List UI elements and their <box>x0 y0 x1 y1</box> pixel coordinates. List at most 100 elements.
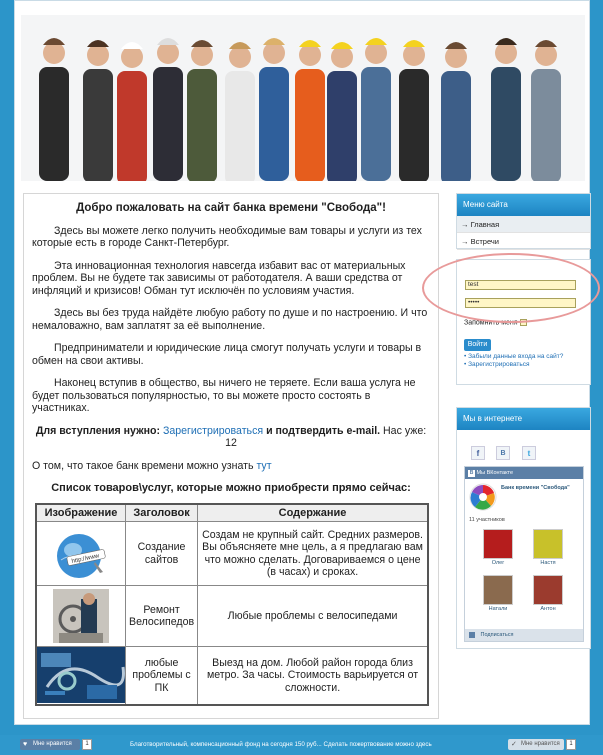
table-row: http://www Создание сайтов Создам не кру… <box>35 521 429 586</box>
subscribe-bar[interactable]: Подписаться <box>465 629 583 641</box>
vk-icon[interactable]: B <box>496 446 510 460</box>
member-photo <box>483 529 513 559</box>
worker-head <box>403 44 425 66</box>
workers-banner-image <box>21 15 585 181</box>
worker-figure <box>153 67 183 181</box>
row-content-cell: Любые проблемы с велосипедами <box>197 585 429 647</box>
worker-head <box>445 46 467 68</box>
worker-head <box>229 46 251 68</box>
worker-head <box>535 44 557 66</box>
like-right-label: Мне нравится <box>521 741 560 747</box>
about-text: О том, что такое банк времени можно узна… <box>32 459 254 472</box>
site-menu-panel: Меню сайта → Главная → Встречи <box>456 193 591 250</box>
worker-head <box>365 42 387 64</box>
worker-figure <box>399 69 429 181</box>
member-avatar[interactable]: Натали <box>483 575 513 612</box>
worker-head <box>87 44 109 66</box>
join-prefix: Для вступления нужно: <box>35 424 160 437</box>
login-button[interactable]: Войти <box>464 339 491 351</box>
row-title-cell: Ремонт Велосипедов <box>124 585 199 647</box>
worker-figure <box>327 71 357 181</box>
member-avatar[interactable]: Настя <box>533 529 563 566</box>
services-table: Изображение Заголовок Содержание http://… <box>35 502 429 706</box>
worker-head <box>43 42 65 64</box>
technology-paragraph: Эта инновационная технология навсегда из… <box>32 259 406 297</box>
join-paragraph: Наконец вступив в общество, вы ничего не… <box>32 377 416 414</box>
intro-paragraph: Здесь вы можете легко получить необходим… <box>32 224 422 250</box>
table-header-row: Изображение Заголовок Содержание <box>35 503 429 522</box>
twitter-icon[interactable]: t <box>522 446 536 460</box>
worker-head <box>495 42 517 64</box>
page-container: Добро пожаловать на сайт банка времени "… <box>14 0 600 725</box>
like-left-count: 1 <box>82 739 92 750</box>
group-name[interactable]: Банк времени "Свобода" <box>501 485 581 492</box>
social-title: Мы в интернете <box>457 408 590 430</box>
worker-figure <box>441 71 471 181</box>
vk-logo-icon: B <box>468 470 475 477</box>
bicycle-repair-photo <box>53 589 109 643</box>
pc-repair-photo <box>37 647 125 704</box>
worker-figure <box>531 69 561 181</box>
worker-figure <box>117 71 147 181</box>
row-image-cell <box>35 585 126 647</box>
member-avatar[interactable]: Олег <box>483 529 513 566</box>
menu-item-home[interactable]: → Главная <box>457 216 590 233</box>
members-count: 11 участников <box>469 517 505 523</box>
row-title-cell: любые проблемы с ПК <box>124 646 199 705</box>
member-photo <box>483 575 513 605</box>
row-title-cell: Создание сайтов <box>124 521 199 586</box>
row-content-cell: Выезд на дом. Любой район города близ ме… <box>197 646 429 705</box>
register-sidebar-link[interactable]: • Зарегистрироваться <box>464 361 564 369</box>
page-title: Добро пожаловать на сайт банка времени "… <box>76 202 386 214</box>
fund-text[interactable]: Благотворительный, компенсационный фонд … <box>130 741 510 748</box>
worker-figure <box>187 69 217 181</box>
arrow-right-icon: → <box>461 220 471 229</box>
header-banner <box>21 15 585 181</box>
vk-widget-header: B Мы ВКонтакте <box>465 467 583 479</box>
worker-head <box>121 46 143 68</box>
menu-title: Меню сайта <box>457 194 590 216</box>
worker-figure <box>39 67 69 181</box>
row-image-cell <box>35 646 126 705</box>
worker-figure <box>295 69 325 181</box>
col-header-title: Заголовок <box>124 503 199 522</box>
arrow-right-icon: → <box>461 237 471 246</box>
forgot-password-label: Забыли данные входа на сайт? <box>468 353 564 360</box>
member-name: Натали <box>488 606 508 612</box>
member-photo <box>533 529 563 559</box>
worker-figure <box>225 71 255 181</box>
checkbox-icon <box>469 631 475 638</box>
worker-head <box>191 44 213 66</box>
social-panel: Мы в интернете f B t B Мы ВКонтакте Банк… <box>456 407 591 649</box>
worker-figure <box>491 67 521 181</box>
like-right-count: 1 <box>566 739 576 750</box>
menu-item-meetings[interactable]: → Встречи <box>457 233 590 250</box>
about-link[interactable]: тут <box>256 460 271 472</box>
member-avatar[interactable]: Антон <box>533 575 563 612</box>
heart-icon: ♥ <box>23 741 28 748</box>
menu-item-label: Встречи <box>470 237 499 246</box>
like-button-left[interactable]: ♥ Мне нравится <box>20 739 80 750</box>
member-name: Настя <box>540 560 556 566</box>
register-sidebar-label: Зарегистрироваться <box>468 360 530 368</box>
worker-head <box>299 44 321 66</box>
main-content: Добро пожаловать на сайт банка времени "… <box>23 193 439 719</box>
like-button-right[interactable]: ✓ Мне нравится <box>508 739 564 750</box>
col-header-image: Изображение <box>35 503 126 522</box>
check-icon: ✓ <box>511 741 517 748</box>
worker-head <box>157 42 179 64</box>
table-row: любые проблемы с ПК Выезд на дом. Любой … <box>35 646 429 705</box>
like-left-label: Мне нравится <box>33 741 72 747</box>
business-paragraph: Предприниматели и юридические лица смогу… <box>32 342 422 367</box>
vk-widget: B Мы ВКонтакте Банк времени "Свобода" 11… <box>464 466 584 642</box>
forgot-password-link[interactable]: • Забыли данные входа на сайт? <box>464 353 564 361</box>
menu-item-label: Главная <box>470 220 500 229</box>
row-image-cell: http://www <box>35 521 126 586</box>
row-content-cell: Создам не крупный сайт. Средних размеров… <box>197 521 429 586</box>
worker-figure <box>83 69 113 181</box>
join-suffix: и подтвердить e-mail. <box>266 424 381 437</box>
worker-head <box>263 42 285 64</box>
register-link[interactable]: Зарегистрироваться <box>163 425 263 437</box>
subscribe-label: Подписаться <box>480 632 514 638</box>
facebook-icon[interactable]: f <box>471 446 485 460</box>
